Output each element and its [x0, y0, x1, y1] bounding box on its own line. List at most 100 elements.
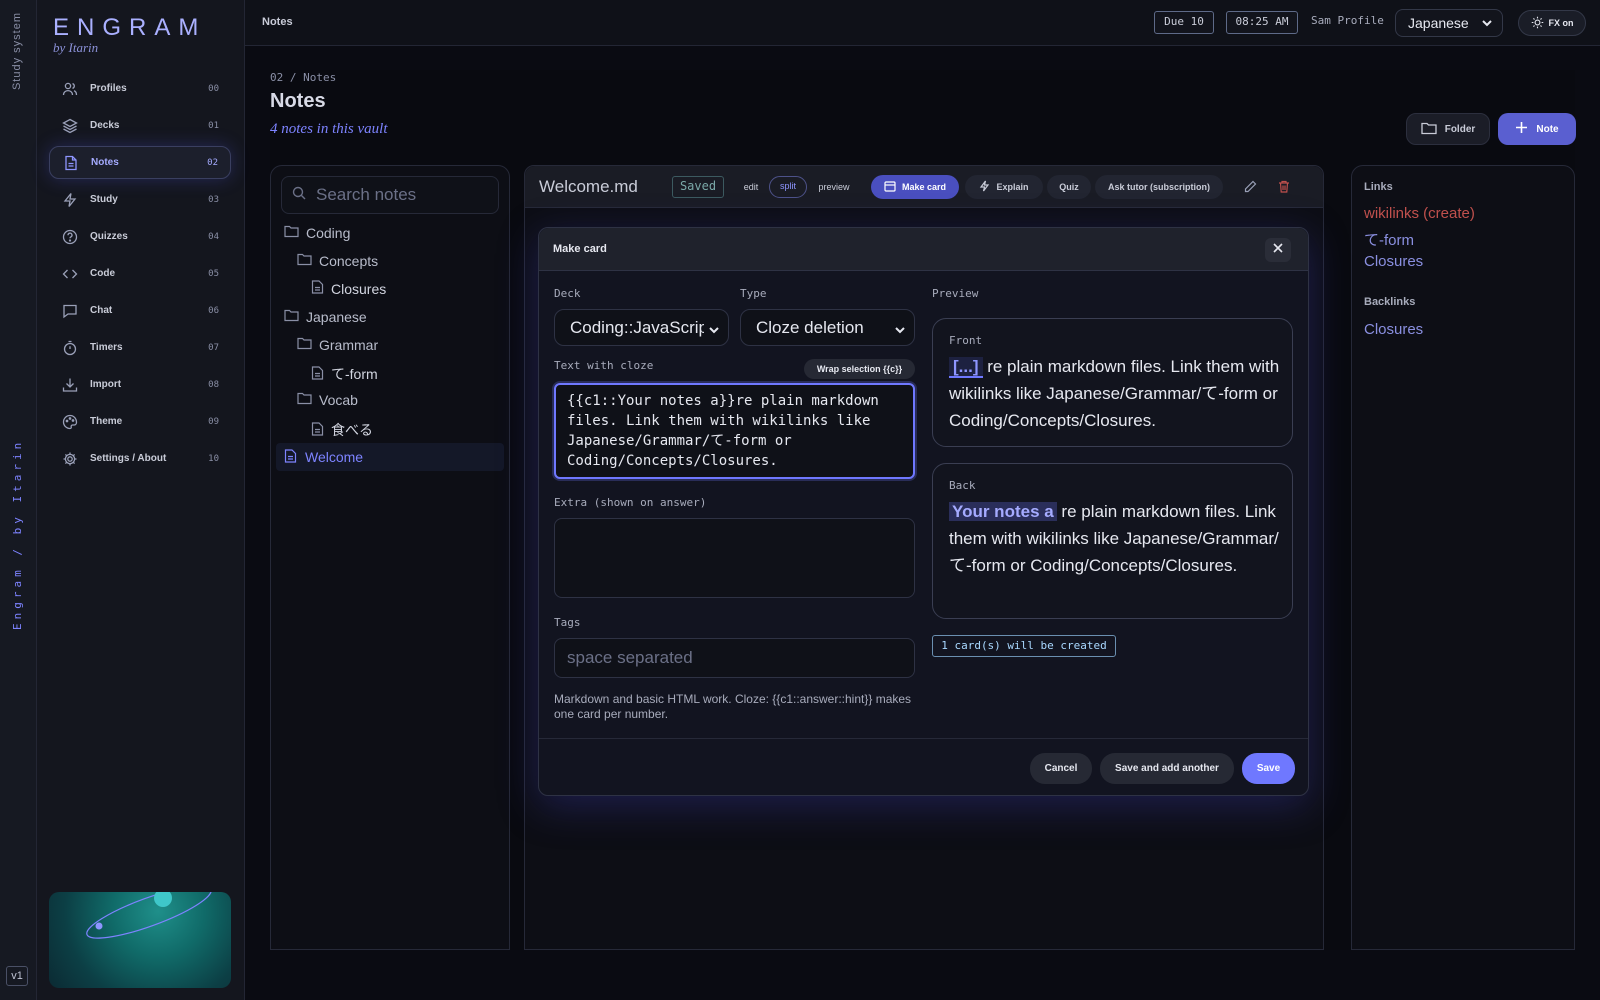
sidebar-item-label: Theme	[90, 416, 123, 427]
ask-tutor-button[interactable]: Ask tutor (subscription)	[1095, 175, 1223, 199]
page-path: 02 / Notes	[270, 71, 337, 84]
cloze-placeholder: [...]	[949, 357, 983, 378]
file-icon	[284, 448, 297, 466]
plus-icon	[1515, 121, 1528, 137]
note-icon	[62, 154, 80, 172]
sidebar-item-label: Study	[90, 194, 118, 205]
deck-label: Deck	[554, 287, 581, 300]
sidebar-item-label: Quizzes	[90, 231, 128, 242]
sidebar-item-import[interactable]: Import 08	[49, 368, 231, 401]
tree-item-label: Concepts	[319, 253, 379, 269]
orbit-visualization	[49, 892, 231, 988]
tree-folder-grammar[interactable]: Grammar	[297, 337, 378, 353]
sidebar-item-number: 02	[207, 157, 218, 168]
cloze-text-field[interactable]: {{c1::Your notes a}}re plain markdown fi…	[554, 383, 915, 479]
file-tree-panel: Search notes Coding Concepts Closures Ja…	[270, 165, 510, 950]
tags-field[interactable]	[554, 638, 915, 678]
tree-file-closures[interactable]: Closures	[311, 280, 386, 297]
sidebar-item-study[interactable]: Study 03	[49, 183, 231, 216]
file-icon	[311, 365, 324, 383]
sidebar-item-settings[interactable]: Settings / About 10	[49, 442, 231, 475]
mode-split[interactable]: split	[769, 176, 807, 198]
deck-select[interactable]: Coding::JavaScript	[554, 309, 729, 346]
new-folder-label: Folder	[1444, 123, 1476, 135]
tree-folder-concepts[interactable]: Concepts	[297, 253, 378, 269]
new-note-button[interactable]: Note	[1498, 113, 1576, 145]
search-notes-field[interactable]: Search notes	[281, 176, 499, 214]
top-bar: Notes Due 10 08:25 AM Sam Profile Japane…	[245, 0, 1600, 46]
tree-item-label: Closures	[331, 280, 387, 297]
save-and-add-button[interactable]: Save and add another	[1100, 753, 1234, 784]
folder-icon	[284, 225, 299, 241]
quiz-button[interactable]: Quiz	[1047, 175, 1091, 199]
type-label: Type	[740, 287, 767, 300]
sidebar-item-chat[interactable]: Chat 06	[49, 294, 231, 327]
sidebar-item-theme[interactable]: Theme 09	[49, 405, 231, 438]
cloze-answer: Your notes a	[949, 502, 1057, 521]
sidebar-item-timers[interactable]: Timers 07	[49, 331, 231, 364]
folder-icon	[284, 309, 299, 325]
sidebar-item-label: Chat	[90, 305, 113, 316]
make-card-button[interactable]: Make card	[871, 175, 959, 199]
backlink-closures[interactable]: Closures	[1364, 321, 1423, 338]
new-note-label: Note	[1536, 123, 1559, 135]
sidebar-item-number: 04	[208, 231, 219, 242]
cloze-label: Text with cloze	[554, 359, 654, 372]
tree-folder-coding[interactable]: Coding	[284, 225, 350, 241]
tree-item-label: Welcome	[305, 449, 364, 465]
sidebar-item-decks[interactable]: Decks 01	[49, 109, 231, 142]
tree-file-te-form[interactable]: て-form	[311, 364, 378, 384]
sidebar-item-code[interactable]: Code 05	[49, 257, 231, 290]
sidebar-item-quizzes[interactable]: Quizzes 04	[49, 220, 231, 253]
profile-name[interactable]: Sam Profile	[1311, 14, 1384, 27]
dialog-footer-divider	[539, 738, 1308, 739]
link-te-form[interactable]: て-form	[1364, 229, 1414, 250]
language-select[interactable]: Japanese	[1395, 9, 1503, 37]
chat-icon	[61, 302, 79, 320]
extra-field[interactable]	[554, 518, 915, 598]
sidebar-item-profiles[interactable]: Profiles 00	[49, 72, 231, 105]
link-closures[interactable]: Closures	[1364, 253, 1423, 270]
tree-item-label: て-form	[331, 366, 378, 382]
save-button[interactable]: Save	[1242, 753, 1295, 784]
tree-item-label: Vocab	[319, 392, 358, 408]
deck-value: Coding::JavaScript	[570, 317, 713, 337]
left-rail: Study system Engram / by Itarin v1	[0, 0, 37, 1000]
preview-back-card: Back Your notes a re plain markdown file…	[932, 463, 1293, 619]
tree-file-welcome[interactable]: Welcome	[276, 443, 504, 471]
tree-file-taberu[interactable]: 食べる	[311, 420, 373, 440]
profiles-icon	[61, 80, 79, 98]
explain-button[interactable]: Explain	[965, 175, 1043, 199]
layers-icon	[61, 117, 79, 135]
close-button[interactable]	[1265, 238, 1291, 262]
fx-toggle[interactable]: FX on	[1518, 10, 1586, 36]
folder-icon	[297, 253, 312, 269]
sidebar-item-notes[interactable]: Notes 02	[49, 146, 231, 179]
question-icon	[61, 228, 79, 246]
mode-edit[interactable]: edit	[737, 176, 765, 198]
tree-item-label: Japanese	[306, 309, 367, 325]
download-icon	[61, 376, 79, 394]
delete-button[interactable]	[1269, 175, 1299, 199]
due-badge[interactable]: Due 10	[1154, 11, 1214, 34]
tree-folder-japanese[interactable]: Japanese	[284, 309, 367, 325]
wrap-selection-button[interactable]: Wrap selection {{c}}	[804, 359, 915, 379]
version-badge[interactable]: v1	[6, 966, 28, 986]
header-breadcrumb: Notes	[262, 16, 293, 28]
code-icon	[61, 265, 79, 283]
bolt-icon	[979, 180, 990, 194]
card-icon	[884, 180, 896, 194]
cancel-button[interactable]: Cancel	[1030, 753, 1092, 784]
page-title: Notes	[270, 90, 326, 112]
new-folder-button[interactable]: Folder	[1406, 113, 1490, 145]
backlinks-heading: Backlinks	[1364, 296, 1416, 308]
type-select[interactable]: Cloze deletion	[740, 309, 915, 346]
editor-toolbar: Welcome.md Saved edit split preview Make…	[525, 166, 1323, 208]
tree-folder-vocab[interactable]: Vocab	[297, 392, 358, 408]
close-icon	[1272, 241, 1284, 259]
links-panel: Links wikilinks (create) て-form Closures…	[1351, 165, 1575, 950]
rename-button[interactable]	[1235, 175, 1265, 199]
mode-preview[interactable]: preview	[811, 176, 857, 198]
link-wikilinks-create[interactable]: wikilinks (create)	[1364, 205, 1475, 222]
tags-label: Tags	[554, 616, 581, 629]
